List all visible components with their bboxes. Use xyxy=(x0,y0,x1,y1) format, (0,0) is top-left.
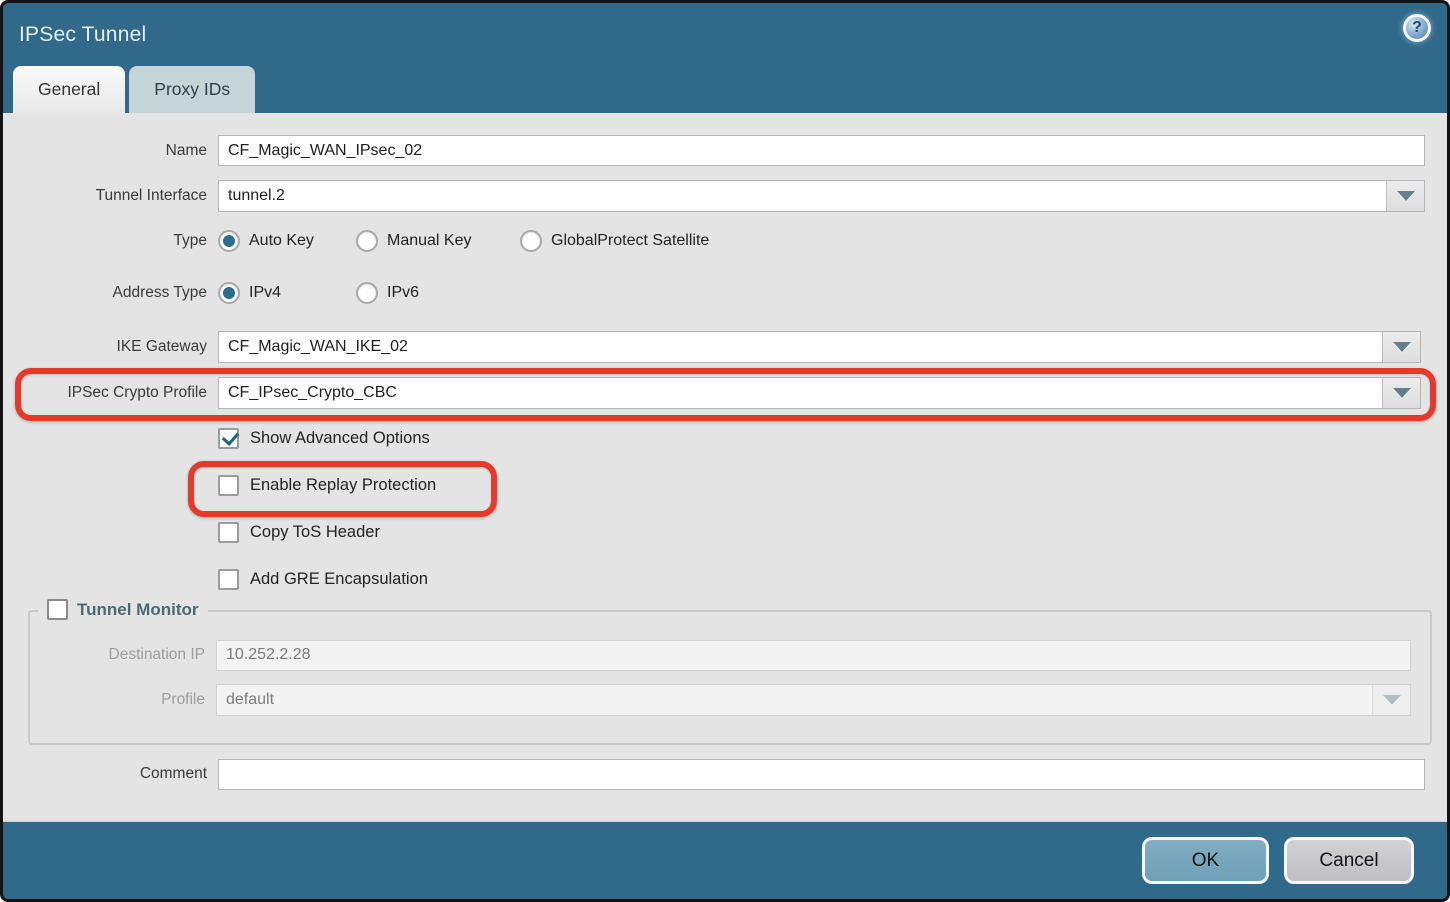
profile-dropdown-button xyxy=(1372,685,1410,715)
radio-ipv4-label: IPv4 xyxy=(249,284,281,302)
name-label: Name xyxy=(3,142,218,160)
add-gre-encapsulation-checkbox[interactable] xyxy=(218,569,239,590)
radio-globalprotect-satellite-label: GlobalProtect Satellite xyxy=(551,232,709,250)
tunnel-interface-label: Tunnel Interface xyxy=(3,187,218,205)
comment-input[interactable] xyxy=(218,759,1425,790)
enable-replay-protection-label: Enable Replay Protection xyxy=(250,476,436,495)
radio-manual-key-label: Manual Key xyxy=(387,232,472,250)
ipsec-crypto-profile-dropdown-button[interactable] xyxy=(1382,378,1420,408)
tunnel-interface-dropdown[interactable]: tunnel.2 xyxy=(218,180,1425,212)
radio-ipv4[interactable]: IPv4 xyxy=(218,282,356,304)
ipsec-crypto-profile-value: CF_IPsec_Crypto_CBC xyxy=(219,378,1382,408)
ipsec-crypto-profile-row: IPSec Crypto Profile CF_IPsec_Crypto_CBC xyxy=(3,377,1447,409)
copy-tos-header-checkbox[interactable] xyxy=(218,522,239,543)
profile-value: default xyxy=(217,685,1372,715)
type-label: Type xyxy=(3,232,218,250)
type-row: Type Auto Key Manual Key GlobalProtect S… xyxy=(3,228,1447,254)
chevron-down-icon xyxy=(1383,695,1401,705)
address-type-radio-group: IPv4 IPv6 xyxy=(218,282,419,304)
radio-auto-key-control[interactable] xyxy=(218,230,240,252)
name-row: Name xyxy=(3,135,1447,166)
radio-globalprotect-satellite[interactable]: GlobalProtect Satellite xyxy=(520,230,709,252)
tab-proxy-ids[interactable]: Proxy IDs xyxy=(129,66,255,113)
chevron-down-icon xyxy=(1397,191,1415,201)
cancel-button[interactable]: Cancel xyxy=(1284,837,1414,884)
comment-label: Comment xyxy=(3,765,218,783)
tunnel-monitor-label: Tunnel Monitor xyxy=(77,600,199,620)
add-gre-encapsulation-row[interactable]: Add GRE Encapsulation xyxy=(218,567,1447,591)
destination-ip-input xyxy=(216,640,1411,671)
ipsec-crypto-profile-dropdown[interactable]: CF_IPsec_Crypto_CBC xyxy=(218,377,1421,409)
ike-gateway-value: CF_Magic_WAN_IKE_02 xyxy=(219,332,1382,362)
radio-ipv6-control[interactable] xyxy=(356,282,378,304)
profile-label: Profile xyxy=(30,691,216,709)
add-gre-encapsulation-label: Add GRE Encapsulation xyxy=(250,570,428,589)
tab-general[interactable]: General xyxy=(13,66,125,113)
tunnel-monitor-group: Tunnel Monitor Destination IP Profile de… xyxy=(28,610,1432,745)
radio-auto-key-label: Auto Key xyxy=(249,232,314,250)
comment-row: Comment xyxy=(3,758,1447,790)
profile-dropdown: default xyxy=(216,684,1411,716)
tunnel-monitor-legend: Tunnel Monitor xyxy=(38,599,208,620)
destination-ip-label: Destination IP xyxy=(30,646,216,664)
tunnel-interface-dropdown-button[interactable] xyxy=(1386,181,1424,211)
show-advanced-options-checkbox[interactable] xyxy=(218,428,239,449)
chevron-down-icon xyxy=(1393,342,1411,352)
copy-tos-header-row[interactable]: Copy ToS Header xyxy=(218,520,1447,544)
profile-row: Profile default xyxy=(30,685,1430,715)
tunnel-interface-row: Tunnel Interface tunnel.2 xyxy=(3,180,1447,212)
ike-gateway-dropdown[interactable]: CF_Magic_WAN_IKE_02 xyxy=(218,331,1421,363)
tunnel-interface-value: tunnel.2 xyxy=(219,181,1386,211)
tunnel-monitor-checkbox[interactable] xyxy=(47,599,68,620)
dialog-title: IPSec Tunnel xyxy=(19,23,146,47)
address-type-row: Address Type IPv4 IPv6 xyxy=(3,280,1447,306)
dialog-footer: OK Cancel xyxy=(3,821,1447,899)
ike-gateway-row: IKE Gateway CF_Magic_WAN_IKE_02 xyxy=(3,331,1447,362)
show-advanced-options-row[interactable]: Show Advanced Options xyxy=(218,426,1447,450)
show-advanced-options-label: Show Advanced Options xyxy=(250,429,430,448)
radio-auto-key[interactable]: Auto Key xyxy=(218,230,356,252)
copy-tos-header-label: Copy ToS Header xyxy=(250,523,380,542)
tab-bar: General Proxy IDs xyxy=(3,66,1447,113)
ok-button[interactable]: OK xyxy=(1142,837,1269,884)
radio-manual-key[interactable]: Manual Key xyxy=(356,230,520,252)
radio-ipv6-label: IPv6 xyxy=(387,284,419,302)
destination-ip-row: Destination IP xyxy=(30,640,1430,670)
type-radio-group: Auto Key Manual Key GlobalProtect Satell… xyxy=(218,230,709,252)
enable-replay-protection-checkbox[interactable] xyxy=(218,475,239,496)
name-input[interactable] xyxy=(218,135,1425,166)
chevron-down-icon xyxy=(1393,388,1411,398)
address-type-label: Address Type xyxy=(3,284,218,302)
radio-globalprotect-satellite-control[interactable] xyxy=(520,230,542,252)
radio-manual-key-control[interactable] xyxy=(356,230,378,252)
ipsec-crypto-profile-label: IPSec Crypto Profile xyxy=(3,384,218,402)
radio-ipv4-control[interactable] xyxy=(218,282,240,304)
general-tab-panel: Name Tunnel Interface tunnel.2 Type Auto… xyxy=(3,113,1447,821)
radio-ipv6[interactable]: IPv6 xyxy=(356,282,419,304)
enable-replay-protection-row[interactable]: Enable Replay Protection xyxy=(218,473,1447,497)
dialog-titlebar: IPSec Tunnel ? xyxy=(3,3,1447,66)
ipsec-tunnel-dialog: IPSec Tunnel ? General Proxy IDs Name Tu… xyxy=(0,0,1450,902)
ike-gateway-dropdown-button[interactable] xyxy=(1382,332,1420,362)
help-icon[interactable]: ? xyxy=(1403,14,1431,42)
ike-gateway-label: IKE Gateway xyxy=(3,338,218,356)
